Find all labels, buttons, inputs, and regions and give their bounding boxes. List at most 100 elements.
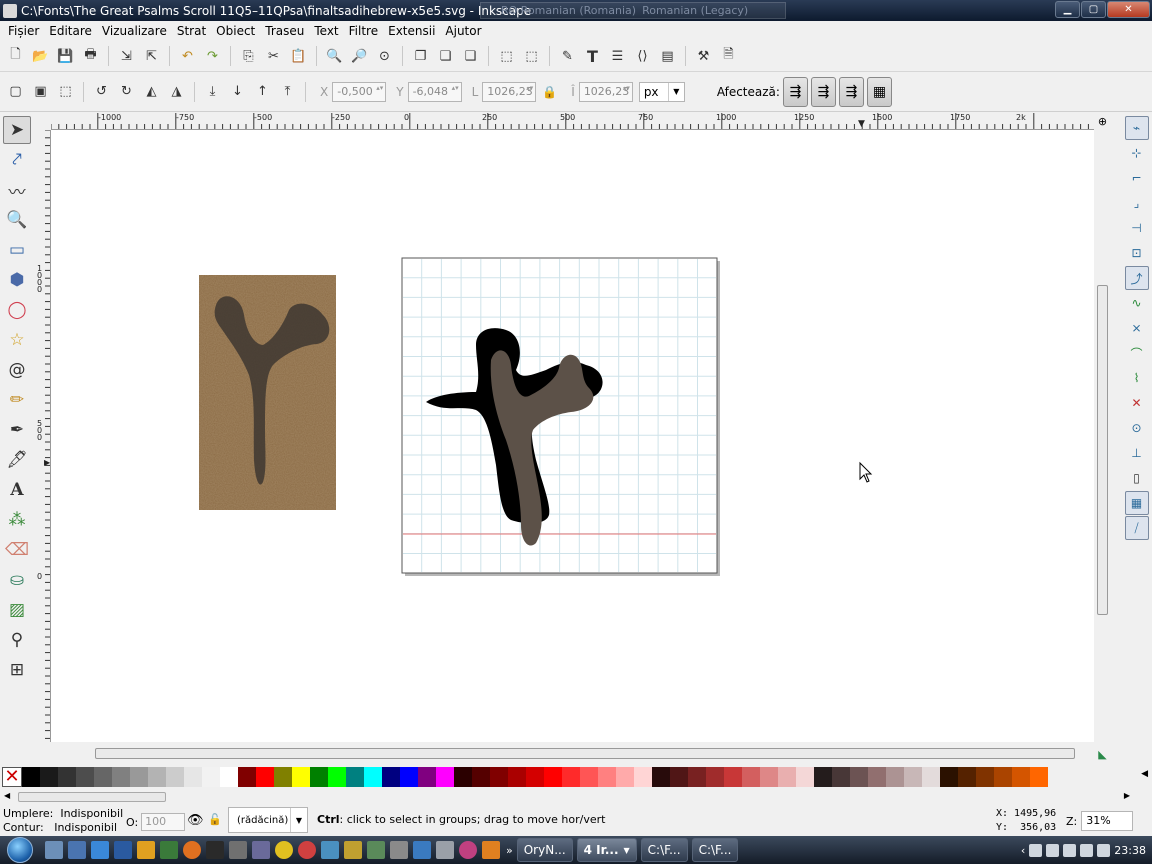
app-icon[interactable] [413, 841, 431, 859]
menu-path[interactable]: Traseu [260, 24, 309, 38]
palette-scroll-right-icon[interactable]: ▶ [1124, 791, 1130, 800]
opacity-input[interactable]: 100 [141, 813, 186, 831]
vertical-ruler[interactable]: 1000 500 0 ▶ [34, 130, 51, 742]
snap-smooth-icon[interactable]: ⌒ [1125, 341, 1149, 365]
fill-stroke-icon[interactable]: ✎ [556, 45, 579, 68]
new-icon[interactable]: 🗋 [4, 45, 27, 68]
color-managed-view-icon[interactable]: ◣ [1094, 746, 1111, 763]
snap-toggle-icon[interactable]: ⌁ [1124, 116, 1149, 140]
color-swatch[interactable] [652, 767, 670, 787]
color-swatch[interactable] [994, 767, 1012, 787]
color-swatch[interactable] [166, 767, 184, 787]
color-swatch[interactable] [76, 767, 94, 787]
color-swatch[interactable] [508, 767, 526, 787]
app-icon[interactable] [390, 841, 408, 859]
text-tool-icon[interactable]: A [3, 476, 31, 504]
color-swatch[interactable] [688, 767, 706, 787]
fill-stroke-indicator[interactable]: Umplere: Indisponibil Contur: Indisponib… [3, 807, 123, 835]
color-swatch[interactable] [526, 767, 544, 787]
palette-scrollbar[interactable]: ◀ ▶ [0, 789, 1152, 805]
tray-expand-icon[interactable]: ‹ [1021, 844, 1025, 857]
maximize-button[interactable]: ▢ [1081, 1, 1106, 18]
menu-file[interactable]: Fișier [3, 24, 44, 38]
color-swatch[interactable] [760, 767, 778, 787]
layers-icon[interactable]: ☰ [606, 45, 629, 68]
color-swatch[interactable] [58, 767, 76, 787]
vertical-scrollbar[interactable] [1094, 130, 1111, 742]
start-button[interactable] [0, 836, 40, 864]
palette-scroll-thumb[interactable] [18, 792, 166, 802]
color-swatch[interactable] [580, 767, 598, 787]
cmd-icon[interactable] [206, 841, 224, 859]
color-swatch[interactable] [832, 767, 850, 787]
media-icon[interactable] [137, 841, 155, 859]
snap-text-baseline-icon[interactable]: ⊥ [1125, 441, 1149, 465]
height-input[interactable]: 1026,23 [578, 81, 633, 102]
color-swatch[interactable] [22, 767, 40, 787]
menu-layer[interactable]: Strat [172, 24, 211, 38]
horizontal-scrollbar[interactable] [51, 742, 1094, 764]
color-swatch[interactable] [490, 767, 508, 787]
color-swatch[interactable] [436, 767, 454, 787]
y-input[interactable]: -6,048 [407, 81, 462, 102]
ungroup-icon[interactable]: ⬚ [520, 45, 543, 68]
snap-bbox-edge-icon[interactable]: ⌐ [1125, 166, 1149, 190]
calligraphy-tool-icon[interactable]: 🖋 [3, 446, 31, 474]
opera-icon[interactable] [298, 841, 316, 859]
zoom-drawing-icon[interactable]: 🔎 [348, 45, 371, 68]
zoom-input[interactable]: 31% [1081, 811, 1134, 831]
menu-filters[interactable]: Filtre [344, 24, 383, 38]
color-swatch[interactable] [562, 767, 580, 787]
tweak-tool-icon[interactable]: 〰 [3, 176, 31, 204]
color-swatch[interactable] [328, 767, 346, 787]
snap-page-border-icon[interactable]: ▯ [1125, 466, 1149, 490]
selector-tool-icon[interactable]: ➤ [3, 116, 31, 144]
color-swatch[interactable] [796, 767, 814, 787]
tool-icon[interactable] [160, 841, 178, 859]
color-swatch[interactable] [382, 767, 400, 787]
color-swatch[interactable] [202, 767, 220, 787]
scale-stroke-button[interactable]: ⇶ [782, 76, 808, 107]
raise-icon[interactable]: ↑ [251, 80, 274, 103]
language-indicator[interactable]: RO Romanian (Romania) [501, 4, 636, 17]
color-swatch[interactable] [292, 767, 310, 787]
color-swatch[interactable] [454, 767, 472, 787]
color-swatch[interactable] [976, 767, 994, 787]
app-icon[interactable] [367, 841, 385, 859]
clock[interactable]: 23:38 [1114, 844, 1146, 857]
snap-object-centers-icon[interactable]: ✕ [1125, 391, 1149, 415]
spray-tool-icon[interactable]: ⁂ [3, 506, 31, 534]
node-tool-icon[interactable]: ⤤ [3, 146, 31, 174]
x-input[interactable]: -0,500 [332, 81, 387, 102]
unlink-clone-icon[interactable]: ❑ [459, 45, 482, 68]
width-input[interactable]: 1026,23 [482, 81, 537, 102]
snap-bbox-midpoint-icon[interactable]: ⊣ [1125, 216, 1149, 240]
raise-to-top-icon[interactable]: ⤒ [276, 80, 299, 103]
taskbar-button-group[interactable]: 4 Ir... ▼ [576, 838, 637, 862]
horizontal-ruler[interactable]: -1000 -750 -500 -250 0 250 500 750 1000 … [51, 113, 1094, 130]
tray-icon[interactable] [1063, 843, 1077, 857]
rotate-ccw-icon[interactable]: ↺ [90, 80, 113, 103]
redo-icon[interactable]: ↷ [201, 45, 224, 68]
clone-icon[interactable]: ❏ [434, 45, 457, 68]
horizontal-scroll-thumb[interactable] [95, 748, 1075, 759]
snap-nodes-icon[interactable]: ⤴ [1124, 266, 1149, 290]
color-swatch[interactable] [1012, 767, 1030, 787]
color-swatch[interactable] [220, 767, 238, 787]
app-icon[interactable] [459, 841, 477, 859]
chrome-icon[interactable] [275, 841, 293, 859]
menu-object[interactable]: Obiect [211, 24, 260, 38]
php-icon[interactable] [252, 841, 270, 859]
internet-explorer-icon[interactable] [91, 841, 109, 859]
color-swatch[interactable] [148, 767, 166, 787]
snap-bbox-icon[interactable]: ⊹ [1125, 141, 1149, 165]
zoom-selection-icon[interactable]: 🔍 [323, 45, 346, 68]
color-swatch[interactable] [850, 767, 868, 787]
snap-bbox-center-icon[interactable]: ⊡ [1125, 241, 1149, 265]
color-swatch[interactable] [670, 767, 688, 787]
preferences-icon[interactable]: ⚒ [692, 45, 715, 68]
cut-icon[interactable]: ✂ [262, 45, 285, 68]
paint-bucket-tool-icon[interactable]: ⛀ [3, 566, 31, 594]
palette-menu-icon[interactable]: ◀ [1141, 769, 1148, 779]
taskbar-button[interactable]: C:\F... [640, 838, 688, 862]
